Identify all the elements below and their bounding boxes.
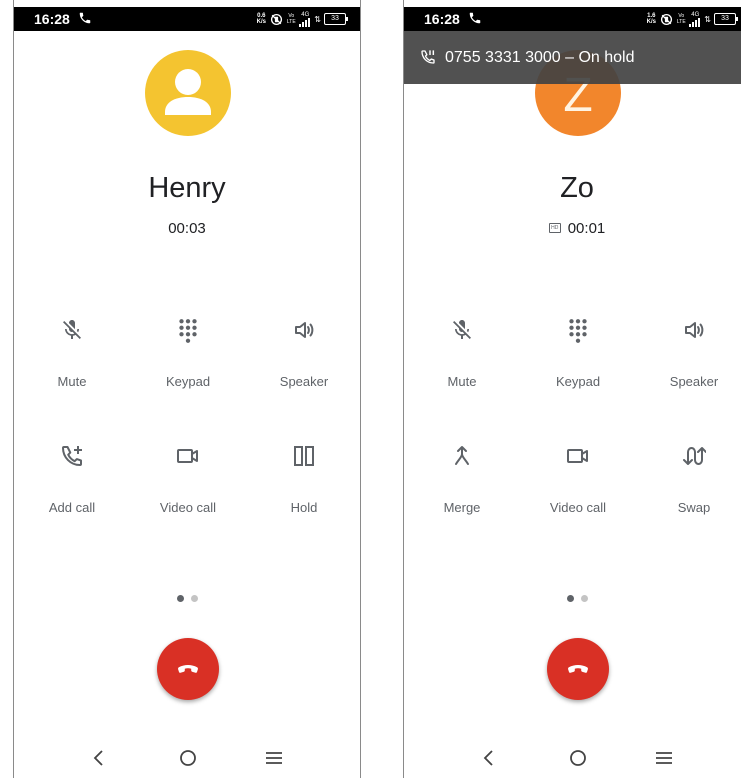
- data-arrows-icon: ⇅: [314, 14, 321, 24]
- back-icon[interactable]: [91, 748, 107, 768]
- person-icon: [165, 69, 211, 115]
- add-call-button[interactable]: Add call: [22, 444, 122, 534]
- phone-screen-left: 16:28 0.6 K/s Vo LTE 4G ⇅ 33 Henry 00:03 M…: [13, 0, 361, 778]
- navigation-bar: [404, 745, 741, 771]
- call-duration-row: 00:03: [14, 218, 360, 238]
- page-indicator: [14, 595, 360, 602]
- mute-button[interactable]: Mute: [22, 318, 122, 408]
- keypad-label: Keypad: [165, 374, 211, 389]
- signal-bars-icon: [299, 17, 311, 27]
- add-call-label: Add call: [48, 500, 96, 515]
- call-duration-row: HD 00:01: [404, 218, 741, 238]
- battery-icon: 33: [714, 13, 738, 25]
- merge-icon: [455, 446, 469, 465]
- network-speed: 1.6 K/s: [646, 13, 656, 25]
- page-dot-active: [176, 595, 184, 602]
- video-call-button[interactable]: Video call: [528, 444, 628, 534]
- keypad-label: Keypad: [555, 374, 601, 389]
- swap-calls-icon: [683, 447, 706, 465]
- vibrate-mute-icon: [271, 13, 283, 25]
- home-icon[interactable]: [178, 748, 198, 768]
- merge-button[interactable]: Merge: [412, 444, 512, 534]
- volte-indicator: Vo LTE: [286, 13, 296, 25]
- swap-label: Swap: [677, 500, 711, 515]
- status-icons: 1.6 K/s Vo LTE 4G ⇅ 33: [645, 10, 738, 28]
- dialpad-icon: [569, 319, 587, 343]
- ongoing-call-icon: [468, 11, 482, 30]
- end-call-button[interactable]: [547, 638, 609, 700]
- call-duration: 00:01: [567, 219, 606, 237]
- hd-voice-icon: HD: [548, 223, 561, 233]
- status-bar: 16:28 1.6 K/s Vo LTE 4G ⇅ 33: [404, 7, 741, 31]
- status-bar: 16:28 0.6 K/s Vo LTE 4G ⇅ 33: [14, 7, 360, 31]
- speaker-button[interactable]: Speaker: [644, 318, 741, 408]
- swap-button[interactable]: Swap: [644, 444, 741, 534]
- signal-indicator: 4G: [689, 12, 701, 27]
- video-call-button[interactable]: Video call: [138, 444, 238, 534]
- phone-paused-icon: [421, 50, 435, 64]
- signal-bars-icon: [689, 17, 701, 27]
- keypad-button[interactable]: Keypad: [528, 318, 628, 408]
- hold-label: Hold: [290, 500, 318, 515]
- vibrate-mute-icon: [661, 13, 673, 25]
- back-icon[interactable]: [481, 748, 497, 768]
- mute-button[interactable]: Mute: [412, 318, 512, 408]
- data-arrows-icon: ⇅: [704, 14, 711, 24]
- battery-icon: 33: [324, 13, 348, 25]
- contact-avatar: [145, 50, 231, 136]
- speaker-label: Speaker: [279, 374, 329, 389]
- status-time: 16:28: [34, 11, 70, 27]
- contact-name: Henry: [148, 172, 226, 204]
- video-camera-icon: [567, 449, 588, 463]
- hold-button[interactable]: Hold: [254, 444, 354, 534]
- status-time: 16:28: [424, 11, 460, 27]
- speaker-icon: [685, 322, 704, 338]
- mute-label: Mute: [447, 374, 477, 389]
- call-end-icon: [178, 665, 198, 673]
- video-call-label: Video call: [549, 500, 607, 515]
- call-end-icon: [568, 665, 588, 673]
- speaker-label: Speaker: [669, 374, 719, 389]
- navigation-bar: [14, 745, 360, 771]
- video-camera-icon: [177, 449, 198, 463]
- signal-indicator: 4G: [299, 12, 311, 27]
- end-call-button[interactable]: [157, 638, 219, 700]
- dialpad-icon: [179, 319, 197, 343]
- home-icon[interactable]: [568, 748, 588, 768]
- volte-indicator: Vo LTE: [676, 13, 686, 25]
- page-dot-active: [566, 595, 574, 602]
- on-hold-banner[interactable]: 0755 3331 3000 – On hold: [404, 31, 741, 84]
- phone-screen-right: 16:28 1.6 K/s Vo LTE 4G ⇅ 33 0755 3331 300…: [403, 0, 741, 778]
- recents-menu-icon[interactable]: [655, 750, 673, 766]
- add-call-icon: [62, 446, 82, 466]
- page-dot[interactable]: [190, 595, 198, 602]
- status-icons: 0.6 K/s Vo LTE 4G ⇅ 33: [255, 10, 348, 28]
- network-speed: 0.6 K/s: [256, 13, 266, 25]
- on-hold-text: 0755 3331 3000 – On hold: [445, 49, 635, 66]
- mic-off-icon: [453, 320, 471, 339]
- keypad-button[interactable]: Keypad: [138, 318, 238, 408]
- page-indicator: [404, 595, 741, 602]
- speaker-icon: [295, 322, 314, 338]
- call-duration: 00:03: [168, 219, 206, 237]
- merge-label: Merge: [443, 500, 481, 515]
- ongoing-call-icon: [78, 11, 92, 30]
- recents-menu-icon[interactable]: [265, 750, 283, 766]
- video-call-label: Video call: [159, 500, 217, 515]
- pause-icon: [294, 446, 314, 466]
- contact-name: Zo: [560, 172, 594, 204]
- mute-label: Mute: [57, 374, 87, 389]
- mic-off-icon: [63, 320, 81, 339]
- speaker-button[interactable]: Speaker: [254, 318, 354, 408]
- page-dot[interactable]: [580, 595, 588, 602]
